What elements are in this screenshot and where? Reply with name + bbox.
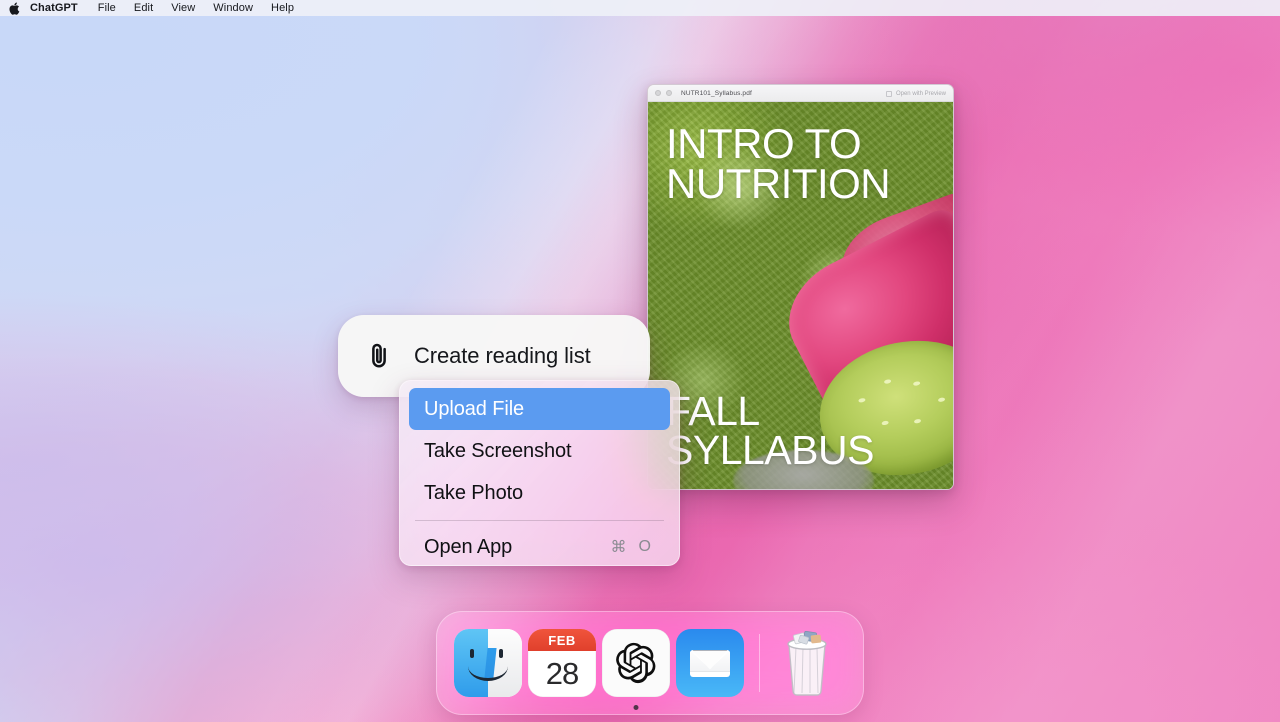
pdf-cover-subtitle-line2: SYLLABUS — [666, 427, 874, 474]
menu-item-view[interactable]: View — [162, 0, 204, 16]
pdf-window-title: NUTR101_Syllabus.pdf — [681, 89, 752, 97]
shortcut-letter: O — [638, 538, 655, 555]
open-with-preview-label[interactable]: Open with Preview — [896, 91, 946, 97]
pdf-preview-window[interactable]: NUTR101_Syllabus.pdf Open with Preview I… — [647, 84, 954, 490]
pdf-window-titlebar[interactable]: NUTR101_Syllabus.pdf Open with Preview — [648, 85, 953, 102]
menu-item-help[interactable]: Help — [262, 0, 303, 16]
pdf-page-content: INTRO TO NUTRITION FALL SYLLABUS — [648, 102, 953, 489]
menu-item-open-app-label: Open App — [424, 535, 513, 558]
dock-separator — [759, 634, 760, 692]
menu-item-take-screenshot-label: Take Screenshot — [424, 439, 572, 462]
menu-bar: ChatGPT File Edit View Window Help — [0, 0, 1280, 16]
pill-label: Create reading list — [414, 343, 591, 368]
menu-item-window[interactable]: Window — [204, 0, 262, 16]
dock-item-calendar[interactable]: FEB 28 — [528, 629, 596, 697]
dock-item-chatgpt[interactable] — [602, 629, 670, 710]
menu-item-upload-file[interactable]: Upload File — [409, 388, 670, 430]
pdf-cover-subtitle: FALL SYLLABUS — [666, 388, 943, 474]
menu-item-upload-file-label: Upload File — [424, 397, 525, 420]
trash-icon — [773, 629, 841, 697]
window-control-dot-2[interactable] — [666, 90, 672, 96]
menu-separator — [415, 520, 664, 521]
menu-item-chatgpt[interactable]: ChatGPT — [22, 0, 89, 16]
menu-item-edit[interactable]: Edit — [125, 0, 162, 16]
calendar-month: FEB — [528, 629, 596, 652]
dock-item-mail[interactable] — [676, 629, 744, 697]
dock[interactable]: FEB 28 — [436, 611, 864, 715]
menu-item-take-photo[interactable]: Take Photo — [409, 472, 670, 514]
chatgpt-icon — [602, 629, 670, 697]
finder-icon — [454, 629, 522, 697]
dock-item-trash[interactable] — [773, 629, 841, 697]
calendar-day: 28 — [545, 656, 579, 692]
pdf-cover-title-line1: INTRO TO — [666, 120, 862, 167]
dock-item-finder[interactable] — [454, 629, 522, 697]
apple-menu-icon[interactable] — [9, 2, 20, 15]
window-control-dot-1[interactable] — [655, 90, 661, 96]
calendar-icon: FEB 28 — [528, 629, 596, 697]
pdf-cover-subtitle-line1: FALL — [666, 388, 760, 434]
command-key-icon: ⌘ — [610, 539, 631, 556]
pdf-cover-title-line2: NUTRITION — [666, 160, 891, 208]
pdf-cover-title: INTRO TO NUTRITION — [666, 120, 943, 208]
menu-item-take-screenshot[interactable]: Take Screenshot — [409, 430, 670, 472]
mail-icon — [676, 629, 744, 697]
app-running-indicator — [633, 705, 639, 710]
paperclip-icon — [364, 341, 394, 371]
menu-item-open-app[interactable]: Open App ⌘ O — [409, 526, 670, 565]
markup-icon[interactable] — [885, 90, 892, 97]
menu-item-open-app-shortcut: ⌘ O — [611, 537, 655, 557]
pdf-titlebar-actions: Open with Preview — [885, 85, 946, 102]
attachment-context-menu[interactable]: Upload File Take Screenshot Take Photo O… — [399, 380, 680, 566]
menu-item-file[interactable]: File — [89, 0, 125, 16]
menu-item-take-photo-label: Take Photo — [424, 481, 524, 504]
